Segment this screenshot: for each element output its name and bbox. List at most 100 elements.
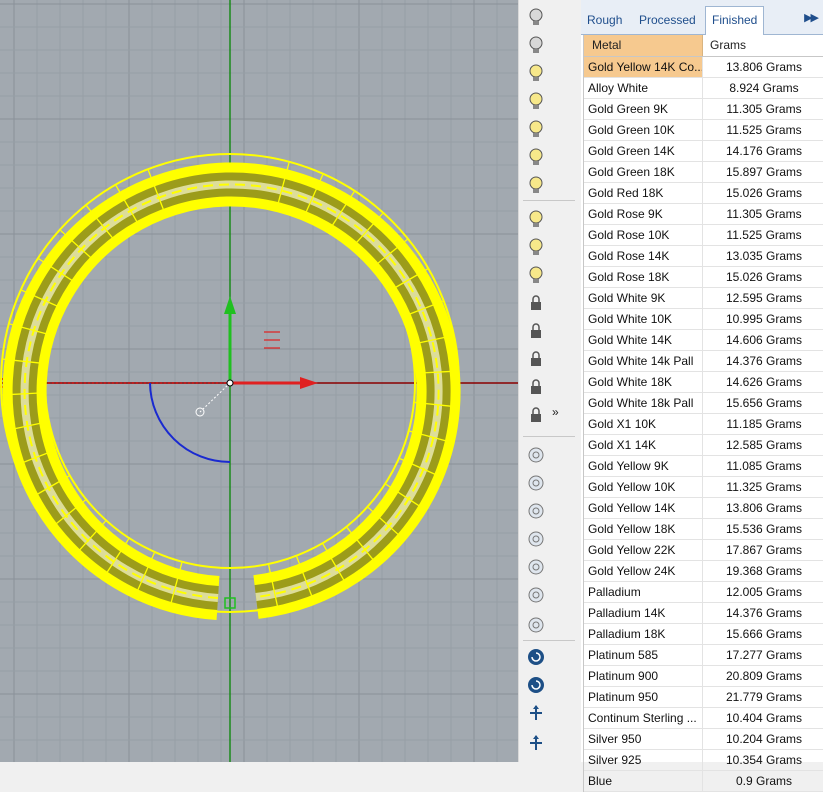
grams-value-cell: 11.085 Grams [726, 459, 802, 473]
toolbar-separator [523, 640, 575, 641]
tab-strip: Rough Processed Finished ▶▶ [581, 0, 823, 35]
light-bulb-off-icon[interactable] [525, 6, 547, 28]
table-row[interactable]: Platinum 585 17.277 Grams [584, 645, 823, 666]
table-row[interactable]: Gold X1 10K 11.185 Grams [584, 414, 823, 435]
viewport[interactable] [0, 0, 518, 762]
table-row[interactable]: Platinum 950 21.779 Grams [584, 687, 823, 708]
gem-table-icon[interactable] [525, 556, 547, 578]
gem-chain-icon[interactable] [525, 472, 547, 494]
table-row[interactable]: Gold White 10K 10.995 Grams [584, 309, 823, 330]
table-row[interactable]: Gold White 14k Pall 14.376 Grams [584, 351, 823, 372]
light-bulb-on-icon[interactable] [525, 62, 547, 84]
table-row[interactable]: Gold Green 9K 11.305 Grams [584, 99, 823, 120]
light-bulb-select-icon[interactable] [525, 90, 547, 112]
table-row[interactable]: Palladium 14K 14.376 Grams [584, 603, 823, 624]
light-bulb-off-icon[interactable] [525, 34, 547, 56]
lock-icon[interactable] [525, 292, 547, 314]
metal-name-cell: Gold White 9K [584, 288, 703, 308]
metal-name-cell: Gold White 14k Pall [584, 351, 703, 371]
table-row[interactable]: Continum Sterling ... 10.404 Grams [584, 708, 823, 729]
tab-processed[interactable]: Processed [639, 9, 696, 34]
table-row[interactable]: Gold White 18k Pall 15.656 Grams [584, 393, 823, 414]
grams-value-cell: 10.995 Grams [725, 312, 803, 326]
table-row[interactable]: Gold Yellow 22K 17.867 Grams [584, 540, 823, 561]
table-row[interactable]: Gold X1 14K 12.585 Grams [584, 435, 823, 456]
tab-finished[interactable]: Finished [705, 6, 765, 35]
move-arrows-icon[interactable] [525, 732, 547, 754]
toolbar-overflow-button[interactable]: » [552, 405, 559, 419]
viewport-canvas[interactable] [0, 0, 518, 762]
move-up-icon[interactable] [525, 702, 547, 724]
table-header: Metal Grams [584, 35, 823, 57]
table-row[interactable]: Gold White 18K 14.626 Grams [584, 372, 823, 393]
metal-name-cell: Platinum 900 [584, 666, 703, 686]
table-row[interactable]: Gold Yellow 24K 19.368 Grams [584, 561, 823, 582]
grams-value-cell: 10.354 Grams [725, 753, 803, 767]
grams-value-cell: 15.666 Grams [725, 627, 803, 641]
grams-value-cell: 15.656 Grams [725, 396, 803, 410]
lock-selected-icon[interactable] [525, 348, 547, 370]
gem-pave-icon[interactable] [525, 528, 547, 550]
grams-value-cell: 13.806 Grams [725, 60, 803, 74]
light-pair-icon[interactable] [525, 146, 547, 168]
table-row[interactable]: Gold Red 18K 15.026 Grams [584, 183, 823, 204]
metal-weight-panel: Rough Processed Finished ▶▶ Metal Grams … [581, 0, 823, 792]
grams-value-cell: 13.035 Grams [725, 249, 803, 263]
metal-name-cell: Gold White 18k Pall [584, 393, 703, 413]
grams-value-cell: 15.897 Grams [725, 165, 803, 179]
metal-name-cell: Gold X1 10K [584, 414, 703, 434]
tab-scroll-right-icon[interactable]: ▶▶ [804, 11, 819, 24]
table-row[interactable]: Gold Yellow 9K 11.085 Grams [584, 456, 823, 477]
metal-name-cell: Gold Yellow 22K [584, 540, 703, 560]
table-row[interactable]: Gold Rose 10K 11.525 Grams [584, 225, 823, 246]
metal-name-cell: Gold Yellow 24K [584, 561, 703, 581]
column-header-metal[interactable]: Metal [584, 35, 703, 56]
table-row[interactable]: Gold Yellow 14K 13.806 Grams [584, 498, 823, 519]
metal-name-cell: Blue [584, 771, 703, 791]
table-row[interactable]: Gold Green 14K 14.176 Grams [584, 141, 823, 162]
table-row[interactable]: Silver 950 10.204 Grams [584, 729, 823, 750]
unlock-icon[interactable] [525, 320, 547, 342]
table-row[interactable]: Gold Yellow 14K Co... 13.806 Grams [584, 57, 823, 78]
gem-marquise-icon[interactable] [525, 500, 547, 522]
metal-name-cell: Gold Yellow 9K [584, 456, 703, 476]
gem-outline-icon[interactable] [525, 584, 547, 606]
rotate-ccw-icon[interactable] [525, 674, 547, 696]
gem-round-icon[interactable] [525, 444, 547, 466]
light-pair-alt-icon[interactable] [525, 174, 547, 196]
metal-name-cell: Platinum 585 [584, 645, 703, 665]
lock-swap-icon[interactable] [525, 376, 547, 398]
light-properties-icon[interactable] [525, 208, 547, 230]
table-row[interactable]: Palladium 12.005 Grams [584, 582, 823, 603]
table-row[interactable]: Gold Yellow 18K 15.536 Grams [584, 519, 823, 540]
grams-value-cell: 15.026 Grams [725, 270, 803, 284]
table-row[interactable]: Palladium 18K 15.666 Grams [584, 624, 823, 645]
grams-value-cell: 15.026 Grams [725, 186, 803, 200]
light-half-icon[interactable] [525, 118, 547, 140]
table-row[interactable]: Gold Green 18K 15.897 Grams [584, 162, 823, 183]
light-gradient-icon[interactable] [525, 264, 547, 286]
metal-name-cell: Continum Sterling ... [584, 708, 703, 728]
metal-table: Metal Grams Gold Yellow 14K Co... 13.806 … [583, 35, 823, 792]
table-row[interactable]: Gold Green 10K 11.525 Grams [584, 120, 823, 141]
light-color-icon[interactable] [525, 236, 547, 258]
table-row[interactable]: Blue 0.9 Grams [584, 771, 823, 792]
tab-rough[interactable]: Rough [587, 9, 622, 34]
table-row[interactable]: Gold Rose 14K 13.035 Grams [584, 246, 823, 267]
metal-name-cell: Gold Red 18K [584, 183, 703, 203]
table-row[interactable]: Gold White 14K 14.606 Grams [584, 330, 823, 351]
column-header-grams[interactable]: Grams [704, 35, 823, 56]
grams-value-cell: 20.809 Grams [725, 669, 803, 683]
table-row[interactable]: Gold White 9K 12.595 Grams [584, 288, 823, 309]
lock-pair-icon[interactable] [525, 404, 547, 426]
table-row[interactable]: Gold Yellow 10K 11.325 Grams [584, 477, 823, 498]
table-row[interactable]: Gold Rose 9K 11.305 Grams [584, 204, 823, 225]
gem-setting-icon[interactable] [525, 614, 547, 636]
rotate-cw-icon[interactable] [525, 646, 547, 668]
table-row[interactable]: Gold Rose 18K 15.026 Grams [584, 267, 823, 288]
table-row[interactable]: Platinum 900 20.809 Grams [584, 666, 823, 687]
table-row[interactable]: Alloy White 8.924 Grams [584, 78, 823, 99]
table-row[interactable]: Silver 925 10.354 Grams [584, 750, 823, 771]
grams-value-cell: 14.376 Grams [725, 354, 803, 368]
grams-value-cell: 14.626 Grams [725, 375, 803, 389]
